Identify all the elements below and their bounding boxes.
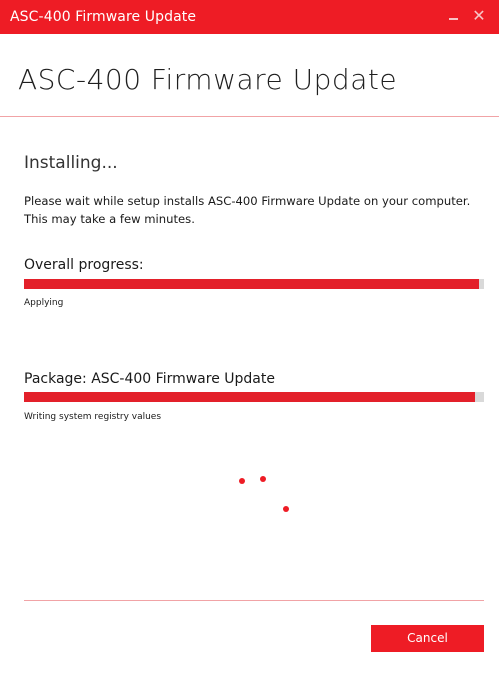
spinner-dot (260, 476, 266, 482)
spinner-dot (239, 478, 245, 484)
status-title: Installing... (24, 153, 118, 173)
title-bar: ASC-400 Firmware Update ✕ (0, 0, 499, 34)
minimize-icon[interactable] (444, 6, 464, 26)
window-title: ASC-400 Firmware Update (10, 9, 197, 25)
spinner-dot (283, 506, 289, 512)
close-icon[interactable]: ✕ (469, 6, 489, 26)
package-progress-label: Package: ASC-400 Firmware Update (24, 371, 275, 387)
package-progress-fill (24, 392, 475, 402)
footer-divider (24, 600, 484, 601)
overall-progress-fill (24, 279, 480, 289)
overall-progress-label: Overall progress: (24, 257, 144, 273)
overall-progress-bar (24, 279, 484, 289)
overall-action-text: Applying (24, 298, 64, 308)
package-progress-bar (24, 392, 484, 402)
header-divider (0, 116, 499, 117)
status-description: Please wait while setup installs ASC-400… (24, 194, 471, 226)
page-title: ASC-400 Firmware Update (18, 63, 398, 96)
cancel-button[interactable]: Cancel (371, 625, 484, 652)
minimize-bar (449, 18, 458, 20)
package-action-text: Writing system registry values (24, 412, 162, 422)
